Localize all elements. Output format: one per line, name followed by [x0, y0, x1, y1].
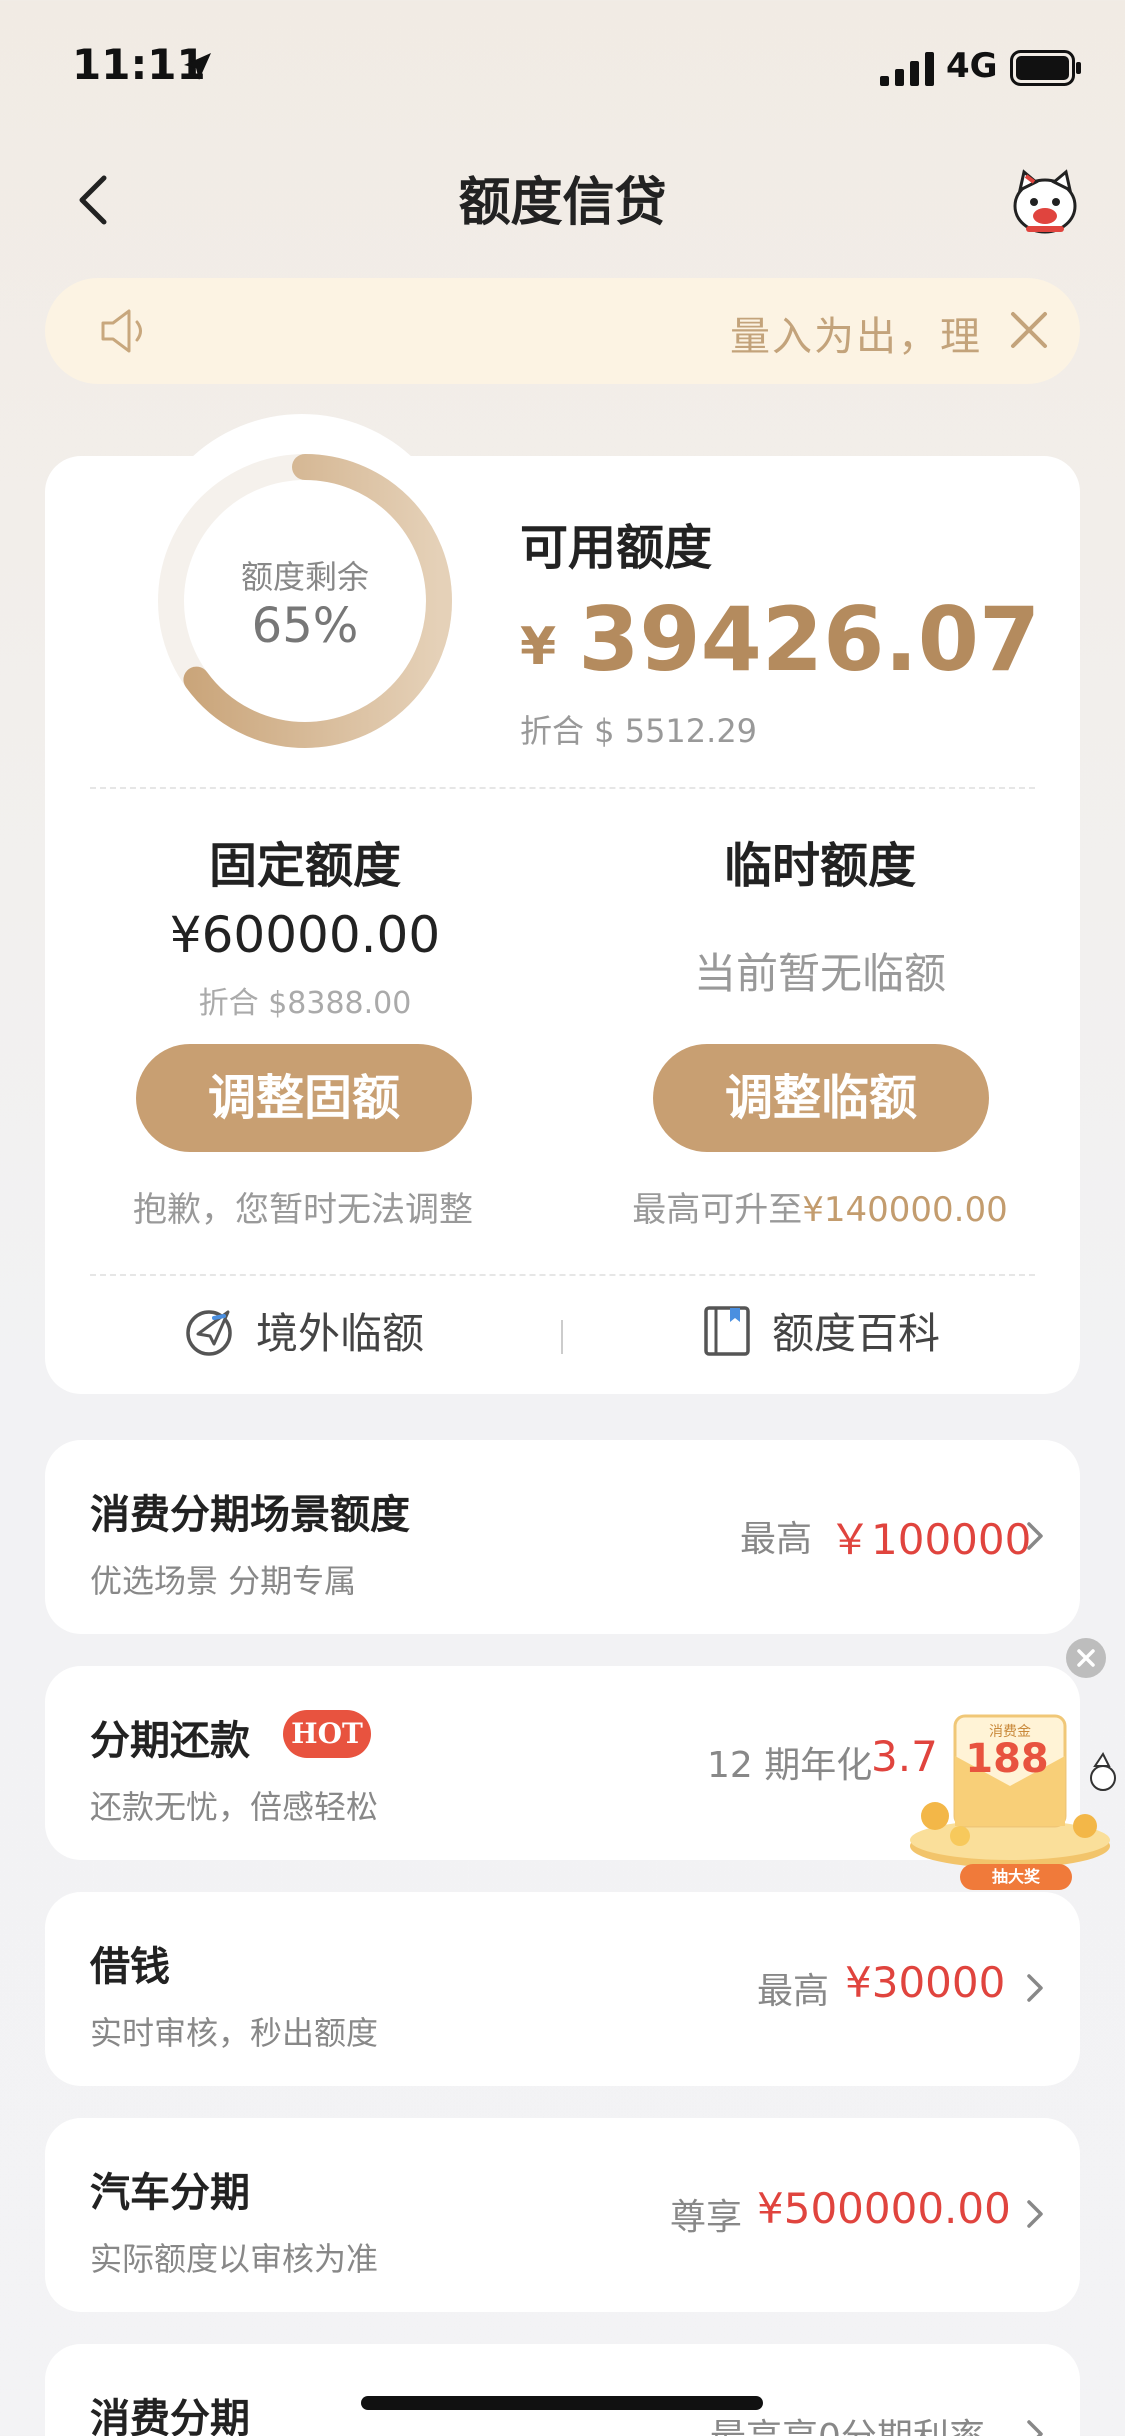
list-item-subtitle: 实时审核，秒出额度 — [90, 2014, 379, 2052]
temporary-title: 临时额度 — [723, 838, 916, 894]
adjust-temporary-button[interactable]: 调整临额 — [653, 1044, 989, 1152]
available-amount: ¥39426.07 — [520, 588, 1040, 691]
list-item-title: 消费分期 — [90, 2396, 250, 2436]
list-item-borrow[interactable]: 借钱 实时审核，秒出额度 最高 ¥30000 — [45, 1892, 1080, 2086]
chevron-right-icon — [1027, 2200, 1043, 2228]
overseas-temp-link[interactable]: 境外临额 — [184, 1300, 424, 1380]
list-item-auto-loan[interactable]: 汽车分期 实际额度以审核为准 尊享 ¥500000.00 — [45, 2118, 1080, 2312]
book-icon — [704, 1305, 750, 1356]
adjust-fixed-button[interactable]: 调整固额 — [136, 1044, 472, 1152]
list-item-right-value: ¥500000.00 — [757, 2184, 1011, 2233]
battery-icon — [1010, 50, 1081, 86]
credit-wiki-label: 额度百科 — [772, 1309, 941, 1358]
fixed-converted: 折合 $8388.00 — [198, 986, 412, 1021]
divider — [90, 787, 1035, 789]
list-item-right-value: ￥100000 — [829, 1515, 1032, 1564]
promo-amount: 188 — [965, 1736, 1049, 1782]
list-item-right-label: 12 期年化 — [707, 1745, 873, 1786]
available-converted: 折合 $ 5512.29 — [520, 712, 758, 750]
credit-wiki-link[interactable]: 额度百科 — [700, 1300, 940, 1380]
promo-close-button[interactable] — [1066, 1638, 1106, 1678]
home-indicator — [361, 2396, 763, 2410]
list-item-title: 分期还款 — [90, 1718, 250, 1764]
speaker-icon — [101, 309, 142, 353]
chevron-right-icon — [1027, 1974, 1043, 2002]
divider — [90, 1274, 1035, 1276]
ring-label: 额度剩余 — [240, 558, 369, 596]
notice-text: 量入为出，理 — [730, 314, 982, 360]
close-icon[interactable] — [1003, 304, 1055, 356]
link-separator — [561, 1320, 563, 1354]
list-item-right-label: 最高 — [757, 1971, 830, 2012]
overseas-temp-label: 境外临额 — [256, 1309, 425, 1358]
signal-icon — [880, 52, 934, 86]
list-item-consumer-installment[interactable]: 消费分期 最高享0分期利率 — [45, 2344, 1080, 2436]
list-item-scene-credit[interactable]: 消费分期场景额度 优选场景 分期专属 最高 ￥100000 — [45, 1440, 1080, 1634]
list-item-right-label: 最高 — [740, 1519, 813, 1560]
list-item-title: 消费分期场景额度 — [90, 1492, 410, 1538]
temporary-note-prefix: 最高可升至 — [632, 1190, 803, 1230]
chevron-right-icon — [1027, 2420, 1043, 2436]
close-icon — [1077, 1649, 1095, 1667]
fixed-note: 抱歉，您暂时无法调整 — [133, 1190, 473, 1230]
chevron-right-icon — [1027, 1522, 1043, 1550]
list-item-right-value: ¥30000 — [845, 1958, 1006, 2007]
status-bar: 11:11 4G — [0, 0, 1125, 130]
list-item-subtitle: 优选场景 分期专属 — [90, 1562, 357, 1600]
ring-percent: 65% — [251, 598, 359, 654]
list-item-right-label: 最高享0分期利率 — [710, 2408, 985, 2436]
hot-badge: HOT — [283, 1710, 371, 1758]
mascot-icon[interactable] — [1008, 166, 1082, 236]
temporary-note-amount: ¥140000.00 — [802, 1190, 1008, 1230]
available-amount-value: 39426.07 — [578, 588, 1041, 691]
list-item-subtitle: 还款无忧，倍感轻松 — [90, 1788, 379, 1826]
list-item-title: 汽车分期 — [90, 2170, 250, 2216]
fixed-title: 固定额度 — [208, 838, 401, 894]
currency-symbol: ¥ — [520, 617, 557, 677]
location-arrow-icon — [184, 53, 211, 80]
promo-button: 抽大奖 — [992, 1867, 1041, 1886]
list-item-subtitle: 实际额度以审核为准 — [90, 2240, 379, 2278]
list-item-right-label: 尊享 — [670, 2197, 743, 2238]
fixed-amount: ¥60000.00 — [169, 906, 441, 964]
available-label: 可用额度 — [520, 520, 713, 576]
nav-bar: 额度信贷 — [0, 150, 1125, 250]
page-title: 额度信贷 — [458, 173, 667, 233]
list-item-title: 借钱 — [90, 1944, 170, 1990]
notice-bar[interactable]: 量入为出，理 — [45, 278, 1080, 384]
plane-globe-icon — [186, 1309, 232, 1356]
temporary-note: 最高可升至¥140000.00 — [570, 1182, 1070, 1231]
temporary-status: 当前暂无临额 — [693, 949, 946, 998]
network-type: 4G — [946, 46, 998, 86]
